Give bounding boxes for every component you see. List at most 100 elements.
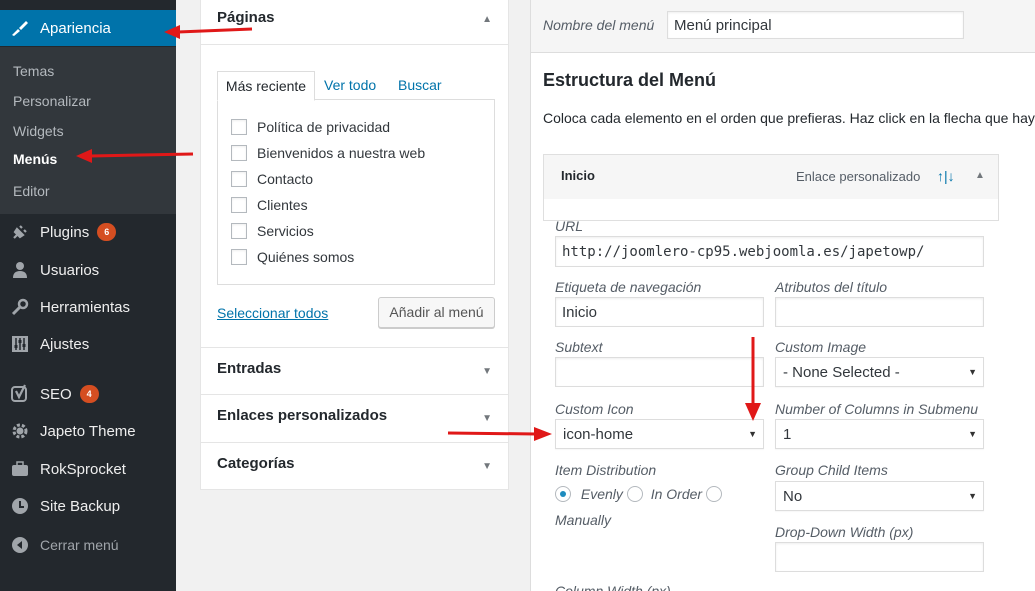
accordion-custom-links-header[interactable]: Enlaces personalizados ▼ — [201, 407, 508, 424]
item-distribution-label: Item Distribution — [555, 462, 657, 478]
submenu-item-widgets[interactable]: Widgets — [13, 123, 64, 139]
annotation-arrow-custom-icon — [447, 427, 552, 441]
sidebar-item-tools[interactable]: Herramientas — [0, 289, 176, 325]
custom-image-select[interactable]: - None Selected - ▼ — [775, 357, 984, 387]
menu-item-settings-top — [543, 199, 999, 221]
sidebar-item-label: Apariencia — [40, 19, 111, 37]
list-item[interactable]: Servicios — [231, 223, 314, 239]
list-item[interactable]: Contacto — [231, 171, 313, 187]
checkbox[interactable] — [231, 145, 247, 161]
accordion-categories-header[interactable]: Categorías ▼ — [201, 455, 508, 472]
add-to-menu-button[interactable]: Añadir al menú — [378, 297, 495, 328]
sidebar-item-label: Plugins — [40, 223, 90, 241]
custom-icon-label: Custom Icon — [555, 401, 634, 417]
menu-name-label: Nombre del menú — [543, 17, 655, 33]
page-label: Contacto — [257, 171, 314, 187]
submenu-item-menus[interactable]: Menús — [13, 151, 57, 167]
appearance-submenu: Temas Personalizar Widgets Menús Editor — [0, 47, 176, 214]
accordion-posts-header[interactable]: Entradas ▼ — [201, 360, 508, 377]
dropdown-width-input[interactable] — [775, 542, 984, 572]
yoast-icon — [9, 384, 31, 404]
sidebar-item-users[interactable]: Usuarios — [0, 252, 176, 288]
admin-sidebar: Apariencia Temas Personalizar Widgets Me… — [0, 0, 176, 591]
sidebar-item-roksprocket[interactable]: RokSprocket — [0, 451, 176, 487]
accordion-custom-links-title: Enlaces personalizados — [217, 407, 388, 424]
sidebar-item-settings[interactable]: Ajustes — [0, 326, 176, 362]
checkbox[interactable] — [231, 171, 247, 187]
sidebar-item-label: SEO — [40, 385, 72, 403]
url-input[interactable]: http://joomlero-cp95.webjoomla.es/japeto… — [555, 236, 984, 267]
sidebar-item-japeto-theme[interactable]: Japeto Theme — [0, 413, 176, 449]
menu-management: Nombre del menú Menú principal Estructur… — [530, 0, 1035, 591]
radio-in-order[interactable] — [626, 486, 643, 503]
submenu-item-themes[interactable]: Temas — [13, 63, 54, 79]
checkbox[interactable] — [231, 223, 247, 239]
select-all-link[interactable]: Seleccionar todos — [217, 305, 328, 321]
sidebar-item-label: Usuarios — [40, 261, 100, 279]
menu-name-input[interactable]: Menú principal — [667, 11, 964, 39]
sidebar-item-site-backup[interactable]: Site Backup — [0, 488, 176, 524]
title-attribute-input[interactable] — [775, 297, 984, 327]
item-distribution-radios: Evenly In Order — [555, 485, 722, 503]
group-child-items-label: Group Child Items — [775, 462, 888, 478]
collapse-menu-button[interactable]: Cerrar menú — [0, 527, 176, 563]
list-item[interactable]: Política de privacidad — [231, 119, 390, 135]
checkbox[interactable] — [231, 249, 247, 265]
subtext-input[interactable] — [555, 357, 764, 387]
subtext-label: Subtext — [555, 339, 603, 355]
checkbox[interactable] — [231, 119, 247, 135]
menu-item-type: Enlace personalizado — [796, 169, 921, 184]
submenu-item-editor[interactable]: Editor — [13, 183, 50, 199]
user-icon — [9, 260, 31, 280]
custom-icon-value: icon-home — [563, 425, 634, 443]
submenu-item-customize[interactable]: Personalizar — [13, 93, 91, 109]
reorder-arrows[interactable]: ↑|↓ — [937, 168, 955, 184]
backup-icon — [9, 496, 31, 516]
tab-view-all[interactable]: Ver todo — [324, 71, 376, 101]
radio-manually[interactable] — [705, 486, 722, 503]
dropdown-caret-icon: ▼ — [968, 429, 977, 439]
nav-label-input[interactable]: Inicio — [555, 297, 764, 327]
sidebar-item-label: Ajustes — [40, 335, 90, 353]
page-label: Servicios — [257, 223, 314, 239]
radio-evenly-label: Evenly — [580, 486, 623, 503]
divider — [201, 394, 508, 395]
caret-up-icon[interactable]: ▲ — [975, 170, 985, 181]
columns-select[interactable]: 1 ▼ — [775, 419, 984, 449]
title-attribute-label: Atributos del título — [775, 279, 888, 295]
caret-up-icon: ▲ — [482, 14, 492, 25]
group-child-items-select[interactable]: No ▼ — [775, 481, 984, 511]
list-item[interactable]: Clientes — [231, 197, 308, 213]
custom-icon-select[interactable]: icon-home ▼ — [555, 419, 764, 449]
list-item[interactable]: Quiénes somos — [231, 249, 354, 265]
sidebar-item-appearance[interactable]: Apariencia — [0, 10, 176, 46]
sidebar-item-seo[interactable]: SEO 4 — [0, 376, 176, 412]
annotation-arrow-menus — [76, 149, 194, 163]
tab-search[interactable]: Buscar — [398, 71, 442, 101]
sidebar-item-plugins[interactable]: Plugins 6 — [0, 214, 176, 250]
menu-item-bar[interactable]: Inicio Enlace personalizado ↑|↓ ▲ — [543, 154, 999, 200]
column-width-label: Column Width (px) — [555, 583, 671, 591]
plugins-update-badge: 6 — [97, 223, 117, 241]
sidebar-item-label: Japeto Theme — [40, 422, 136, 440]
checkbox[interactable] — [231, 197, 247, 213]
sidebar-item-label: Site Backup — [40, 497, 121, 515]
nav-label-label: Etiqueta de navegación — [555, 279, 702, 295]
menu-structure-description: Coloca cada elemento en el orden que pre… — [543, 110, 1035, 126]
page-label: Política de privacidad — [257, 119, 391, 135]
accordion-posts-title: Entradas — [217, 360, 282, 377]
accordion-categories-title: Categorías — [217, 455, 295, 472]
gear-icon — [9, 421, 31, 441]
tab-most-recent[interactable]: Más reciente — [217, 71, 315, 101]
caret-down-icon: ▼ — [482, 366, 492, 377]
group-child-items-value: No — [783, 487, 803, 505]
briefcase-icon — [9, 459, 31, 479]
sidebar-item-label: Herramientas — [40, 298, 131, 316]
pages-checklist: Política de privacidad Bienvenidos a nue… — [217, 99, 495, 285]
plug-icon — [9, 222, 31, 242]
dropdown-caret-icon: ▼ — [968, 491, 977, 501]
annotation-arrow-appearance — [164, 25, 253, 39]
radio-evenly[interactable] — [555, 486, 571, 503]
list-item[interactable]: Bienvenidos a nuestra web — [231, 145, 425, 161]
custom-image-label: Custom Image — [775, 339, 867, 355]
